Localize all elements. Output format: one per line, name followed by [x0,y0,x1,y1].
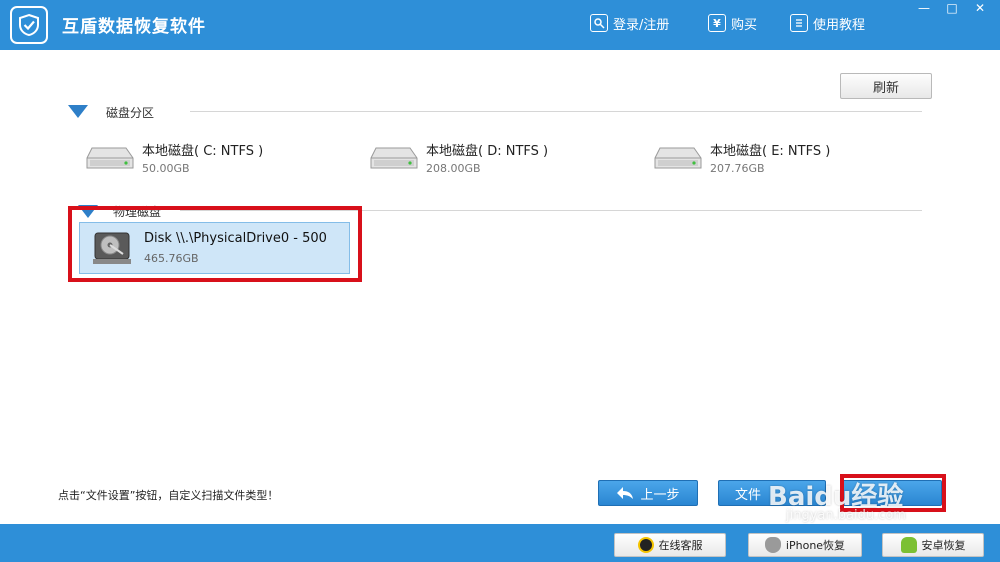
refresh-button[interactable]: 刷新 [840,73,932,99]
drive-c[interactable]: 本地磁盘( C: NTFS ) 50.00GB [86,140,346,186]
apple-icon [764,537,781,553]
maximize-button[interactable]: □ [938,0,966,16]
yuan-icon: ¥ [708,14,726,32]
buy-link[interactable]: ¥ 购买 [708,13,757,33]
app-title: 互盾数据恢复软件 [62,17,206,37]
login-icon [590,14,608,32]
drive-name: 本地磁盘( E: NTFS ) [710,144,831,159]
drive-d[interactable]: 本地磁盘( D: NTFS ) 208.00GB [370,140,630,186]
online-service-button[interactable]: 在线客服 [614,533,726,557]
android-icon [900,537,917,553]
physical-disk-item[interactable]: Disk \\.\PhysicalDrive0 - 500 465.76GB [79,222,350,274]
partitions-section-label: 磁盘分区 [106,106,155,120]
drive-size: 208.00GB [426,162,481,175]
hint-text: 点击“文件设置”按钮，自定义扫描文件类型！ [58,489,279,502]
section-divider [190,111,922,112]
hard-drive-icon [370,147,418,169]
drive-name: 本地磁盘( C: NTFS ) [142,144,264,159]
close-button[interactable]: ✕ [966,0,994,16]
android-recovery-label: 安卓恢复 [921,539,966,552]
title-bar: 互盾数据恢复软件 登录/注册 ¥ 购买 使用教程 — □ ✕ [0,0,1000,50]
hard-drive-icon [86,147,134,169]
qq-icon [637,537,654,553]
disk-size: 465.76GB [144,252,199,265]
drive-name: 本地磁盘( D: NTFS ) [426,144,549,159]
iphone-recovery-button[interactable]: iPhone恢复 [748,533,862,557]
login-register-link[interactable]: 登录/注册 [590,13,669,33]
back-arrow-icon [617,487,634,499]
file-settings-label: 文件 [735,487,762,503]
watermark-url: jingyan.baidu.com [786,508,906,523]
collapse-partitions-icon[interactable] [68,105,88,118]
drive-size: 50.00GB [142,162,190,175]
disk-name: Disk \\.\PhysicalDrive0 - 500 [144,231,327,246]
online-service-label: 在线客服 [658,539,703,552]
drive-size: 207.76GB [710,162,765,175]
tutorial-label: 使用教程 [813,17,866,33]
tutorial-link[interactable]: 使用教程 [790,13,865,33]
drive-e[interactable]: 本地磁盘( E: NTFS ) 207.76GB [654,140,914,186]
android-recovery-button[interactable]: 安卓恢复 [882,533,984,557]
app-logo-icon [10,6,48,44]
hard-drive-icon [654,147,702,169]
prev-step-label: 上一步 [640,487,680,503]
physical-disk-icon [93,232,131,264]
prev-step-button[interactable]: 上一步 [598,480,698,506]
minimize-button[interactable]: — [910,0,938,16]
buy-label: 购买 [731,17,758,33]
login-register-label: 登录/注册 [613,17,670,33]
book-icon [790,14,808,32]
iphone-recovery-label: iPhone恢复 [785,539,846,552]
